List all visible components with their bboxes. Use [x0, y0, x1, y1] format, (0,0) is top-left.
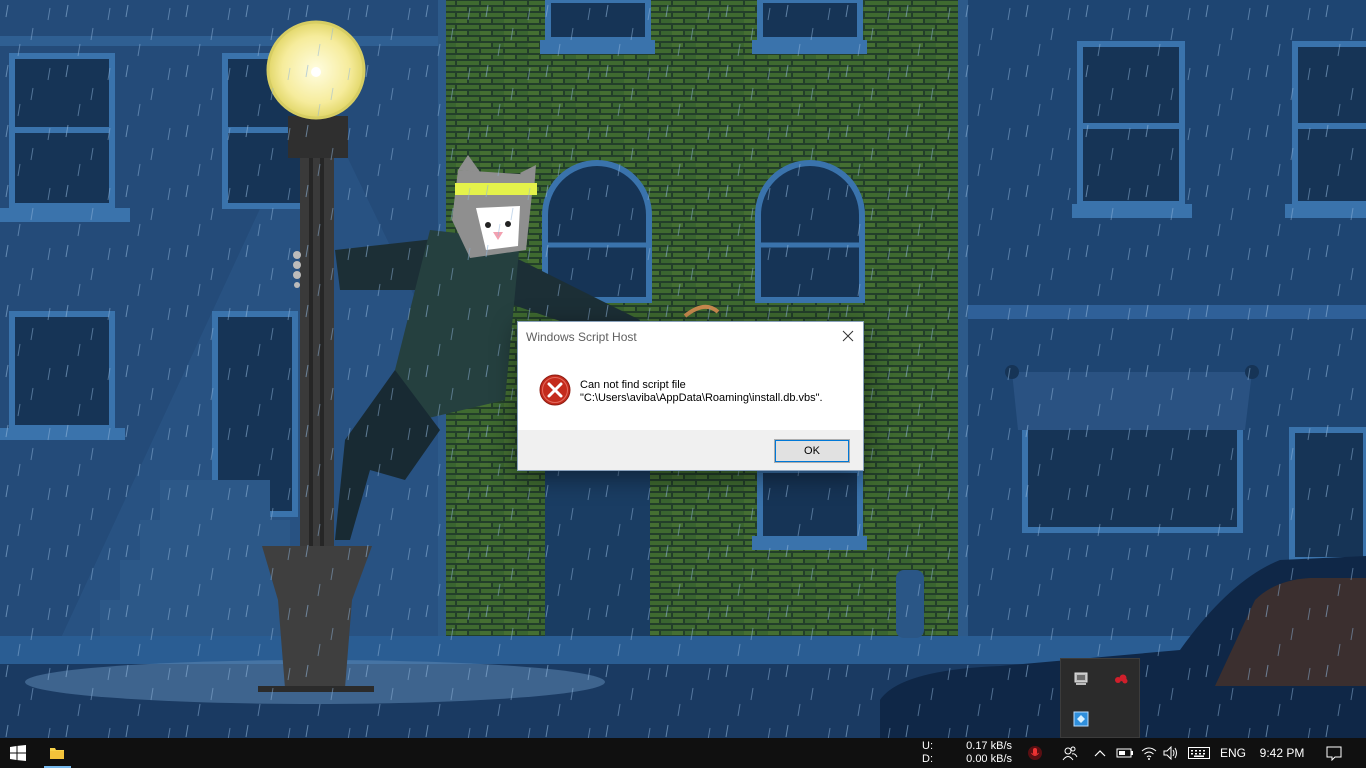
red-cloud-icon[interactable] [1111, 669, 1131, 689]
error-icon [539, 374, 571, 406]
keyboard-icon[interactable] [1186, 738, 1212, 768]
download-value: 0.00 kB/s [966, 753, 1012, 765]
wifi-icon[interactable] [1138, 738, 1160, 768]
upload-label: U: [922, 740, 933, 752]
chevron-up-icon[interactable] [1090, 738, 1110, 768]
dialog-footer: OK [518, 430, 863, 470]
people-icon[interactable] [1058, 738, 1082, 768]
network-app-icon[interactable] [1071, 709, 1091, 729]
mic-icon[interactable] [1024, 738, 1046, 768]
script-host-error-dialog: Windows Script Host Can not find script … [517, 321, 864, 471]
battery-icon[interactable] [1114, 738, 1136, 768]
windows-logo-icon[interactable] [0, 738, 36, 768]
monitor-icon[interactable] [1071, 669, 1091, 689]
ok-button[interactable]: OK [774, 439, 850, 463]
network-speed-monitor[interactable]: U: 0.17 kB/s D: 0.00 kB/s [922, 740, 1012, 768]
message-line-1: Can not find script file [580, 379, 686, 391]
clock[interactable]: 9:42 PM [1254, 738, 1310, 768]
taskbar: U: 0.17 kB/s D: 0.00 kB/s ENG 9:42 PM [0, 738, 1366, 768]
dialog-title: Windows Script Host [526, 330, 637, 344]
volume-icon[interactable] [1160, 738, 1182, 768]
close-icon[interactable] [833, 322, 863, 350]
dialog-body: Can not find script file "C:\Users\aviba… [518, 352, 863, 430]
notification-icon[interactable] [1320, 738, 1348, 768]
language-indicator[interactable]: ENG [1216, 738, 1250, 768]
error-message: Can not find script file "C:\Users\aviba… [580, 379, 823, 405]
tray-overflow-flyout [1060, 658, 1140, 738]
upload-value: 0.17 kB/s [966, 740, 1012, 752]
message-line-2: "C:\Users\aviba\AppData\Roaming\install.… [580, 392, 823, 404]
file-explorer-icon[interactable] [42, 738, 72, 768]
download-label: D: [922, 753, 933, 765]
